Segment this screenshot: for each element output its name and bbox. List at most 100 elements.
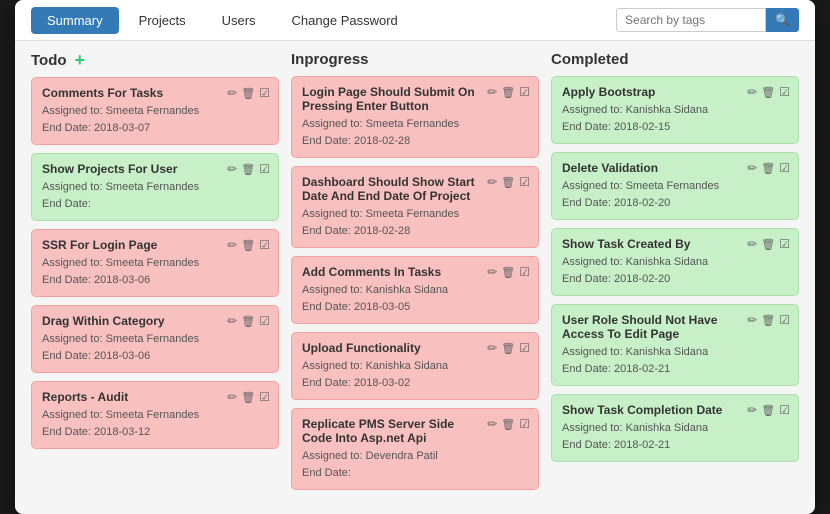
task-assigned: Assigned to: Smeeta Fernandes bbox=[42, 331, 268, 348]
complete-icon[interactable] bbox=[519, 341, 530, 355]
task-meta: Assigned to: Kanishka SidanaEnd Date: 20… bbox=[302, 358, 528, 391]
nav-tab-projects[interactable]: Projects bbox=[123, 7, 202, 34]
complete-icon[interactable] bbox=[779, 403, 790, 417]
task-actions bbox=[747, 313, 790, 327]
complete-icon[interactable] bbox=[519, 85, 530, 99]
edit-icon[interactable] bbox=[227, 162, 237, 176]
task-actions bbox=[747, 403, 790, 417]
delete-icon[interactable] bbox=[241, 314, 255, 328]
task-actions bbox=[227, 314, 270, 328]
task-meta: Assigned to: Devendra PatilEnd Date: bbox=[302, 448, 528, 481]
task-meta: Assigned to: Smeeta FernandesEnd Date: 2… bbox=[302, 206, 528, 239]
task-actions bbox=[487, 417, 530, 431]
task-actions bbox=[747, 85, 790, 99]
task-end-date: End Date: 2018-02-20 bbox=[562, 195, 788, 212]
task-card: Comments For TasksAssigned to: Smeeta Fe… bbox=[31, 77, 279, 145]
task-meta: Assigned to: Kanishka SidanaEnd Date: 20… bbox=[562, 344, 788, 377]
delete-icon[interactable] bbox=[501, 175, 515, 189]
complete-icon[interactable] bbox=[779, 161, 790, 175]
column-title-inprogress: Inprogress bbox=[291, 51, 369, 68]
task-card: Apply BootstrapAssigned to: Kanishka Sid… bbox=[551, 76, 799, 144]
nav-tab-change-password[interactable]: Change Password bbox=[276, 7, 414, 34]
task-end-date: End Date: 2018-02-21 bbox=[562, 361, 788, 378]
edit-icon[interactable] bbox=[487, 85, 497, 99]
task-card: Replicate PMS Server Side Code Into Asp.… bbox=[291, 408, 539, 490]
edit-icon[interactable] bbox=[747, 161, 757, 175]
column-todo: Todo+ Comments For TasksAssigned to: Smee… bbox=[31, 51, 279, 498]
nav-tabs: SummaryProjectsUsersChange Password bbox=[31, 13, 418, 28]
column-inprogress: Inprogress Login Page Should Submit On Pr… bbox=[291, 51, 539, 498]
complete-icon[interactable] bbox=[779, 85, 790, 99]
complete-icon[interactable] bbox=[259, 390, 270, 404]
task-assigned: Assigned to: Smeeta Fernandes bbox=[42, 103, 268, 120]
delete-icon[interactable] bbox=[501, 341, 515, 355]
task-end-date: End Date: 2018-03-06 bbox=[42, 272, 268, 289]
edit-icon[interactable] bbox=[747, 237, 757, 251]
column-header-todo: Todo+ bbox=[31, 51, 279, 69]
task-actions bbox=[747, 161, 790, 175]
search-input[interactable] bbox=[616, 8, 766, 32]
edit-icon[interactable] bbox=[747, 403, 757, 417]
search-button[interactable]: 🔍 bbox=[766, 8, 799, 32]
delete-icon[interactable] bbox=[761, 161, 775, 175]
task-card: Login Page Should Submit On Pressing Ent… bbox=[291, 76, 539, 158]
edit-icon[interactable] bbox=[227, 86, 237, 100]
delete-icon[interactable] bbox=[501, 417, 515, 431]
complete-icon[interactable] bbox=[519, 265, 530, 279]
complete-icon[interactable] bbox=[779, 313, 790, 327]
nav-tab-summary[interactable]: Summary bbox=[31, 7, 119, 34]
complete-icon[interactable] bbox=[259, 162, 270, 176]
task-end-date: End Date: 2018-02-20 bbox=[562, 271, 788, 288]
delete-icon[interactable] bbox=[761, 313, 775, 327]
edit-icon[interactable] bbox=[747, 85, 757, 99]
edit-icon[interactable] bbox=[487, 265, 497, 279]
complete-icon[interactable] bbox=[519, 417, 530, 431]
delete-icon[interactable] bbox=[241, 86, 255, 100]
task-actions bbox=[227, 86, 270, 100]
edit-icon[interactable] bbox=[487, 417, 497, 431]
task-meta: Assigned to: Smeeta FernandesEnd Date: 2… bbox=[562, 178, 788, 211]
complete-icon[interactable] bbox=[519, 175, 530, 189]
task-assigned: Assigned to: Smeeta Fernandes bbox=[562, 178, 788, 195]
task-assigned: Assigned to: Kanishka Sidana bbox=[302, 282, 528, 299]
edit-icon[interactable] bbox=[747, 313, 757, 327]
delete-icon[interactable] bbox=[501, 265, 515, 279]
task-meta: Assigned to: Kanishka SidanaEnd Date: 20… bbox=[562, 420, 788, 453]
task-assigned: Assigned to: Smeeta Fernandes bbox=[302, 116, 528, 133]
edit-icon[interactable] bbox=[487, 175, 497, 189]
task-meta: Assigned to: Kanishka SidanaEnd Date: 20… bbox=[302, 282, 528, 315]
complete-icon[interactable] bbox=[779, 237, 790, 251]
task-end-date: End Date: 2018-02-15 bbox=[562, 119, 788, 136]
delete-icon[interactable] bbox=[241, 238, 255, 252]
task-actions bbox=[227, 238, 270, 252]
edit-icon[interactable] bbox=[487, 341, 497, 355]
nav-tab-users[interactable]: Users bbox=[206, 7, 272, 34]
delete-icon[interactable] bbox=[761, 85, 775, 99]
add-task-button-todo[interactable]: + bbox=[75, 51, 86, 69]
delete-icon[interactable] bbox=[761, 403, 775, 417]
delete-icon[interactable] bbox=[241, 162, 255, 176]
task-actions bbox=[227, 162, 270, 176]
edit-icon[interactable] bbox=[227, 238, 237, 252]
task-card: Upload FunctionalityAssigned to: Kanishk… bbox=[291, 332, 539, 400]
delete-icon[interactable] bbox=[241, 390, 255, 404]
delete-icon[interactable] bbox=[761, 237, 775, 251]
task-actions bbox=[747, 237, 790, 251]
task-card: Show Projects For UserAssigned to: Smeet… bbox=[31, 153, 279, 221]
delete-icon[interactable] bbox=[501, 85, 515, 99]
complete-icon[interactable] bbox=[259, 314, 270, 328]
task-end-date: End Date: 2018-02-21 bbox=[562, 437, 788, 454]
complete-icon[interactable] bbox=[259, 238, 270, 252]
task-card: User Role Should Not Have Access To Edit… bbox=[551, 304, 799, 386]
task-end-date: End Date: 2018-03-12 bbox=[42, 424, 268, 441]
task-assigned: Assigned to: Smeeta Fernandes bbox=[42, 255, 268, 272]
complete-icon[interactable] bbox=[259, 86, 270, 100]
task-card: Delete ValidationAssigned to: Smeeta Fer… bbox=[551, 152, 799, 220]
edit-icon[interactable] bbox=[227, 390, 237, 404]
task-assigned: Assigned to: Kanishka Sidana bbox=[562, 254, 788, 271]
edit-icon[interactable] bbox=[227, 314, 237, 328]
task-assigned: Assigned to: Devendra Patil bbox=[302, 448, 528, 465]
task-assigned: Assigned to: Kanishka Sidana bbox=[302, 358, 528, 375]
task-meta: Assigned to: Smeeta FernandesEnd Date: 2… bbox=[42, 331, 268, 364]
task-actions bbox=[227, 390, 270, 404]
